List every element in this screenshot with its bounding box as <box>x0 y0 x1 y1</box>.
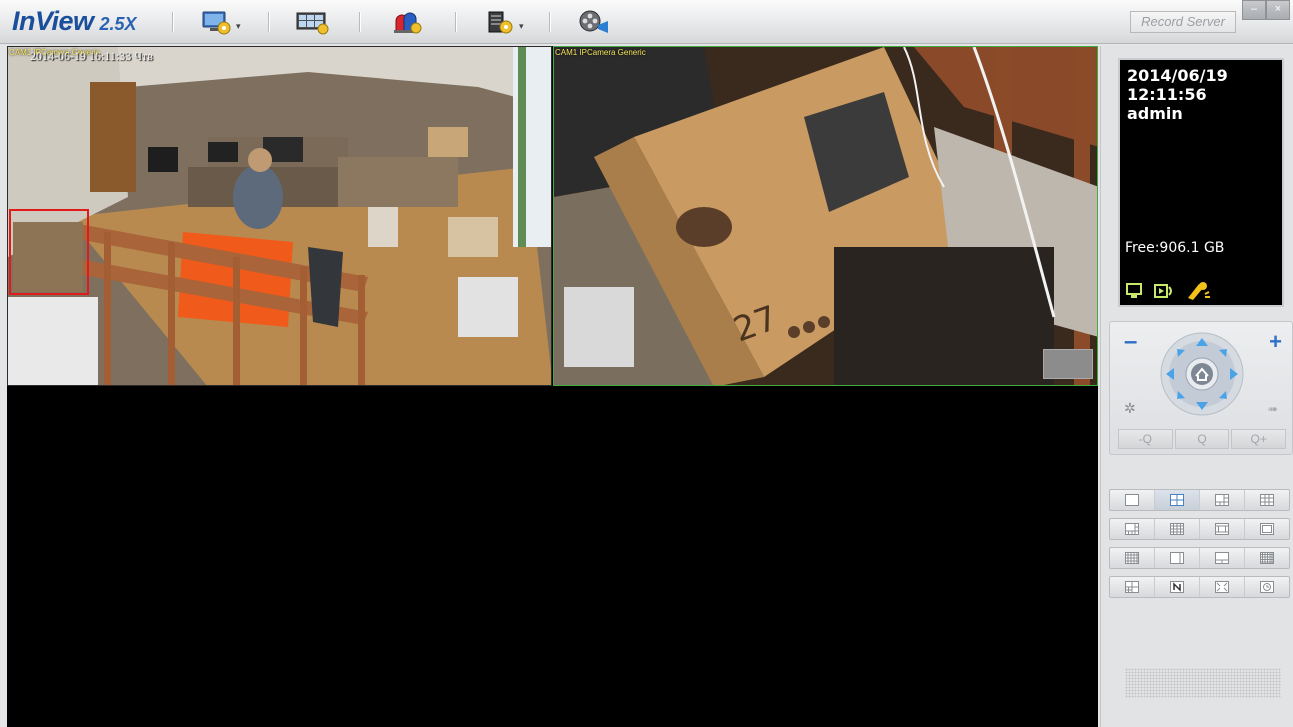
chevron-down-icon: ▾ <box>236 20 241 31</box>
record-server-button[interactable]: Record Server <box>1130 11 1236 33</box>
toolbar-separator <box>455 12 456 32</box>
toolbar-separator <box>172 12 173 32</box>
current-user: admin <box>1127 104 1183 123</box>
status-info-box: 2014/06/19 12:11:56 admin Free:906.1 GB <box>1118 58 1284 307</box>
layout-3x3-icon <box>1260 494 1274 506</box>
layout-1x1-icon <box>1125 494 1139 506</box>
camera-view-2[interactable]: 27 CAM1 IPCamera Generic <box>553 46 1098 386</box>
layout-border-button[interactable] <box>1245 519 1289 539</box>
toolbar-separator <box>268 12 269 32</box>
current-time: 12:11:56 <box>1127 85 1207 104</box>
layout-side-icon <box>1170 552 1184 564</box>
layout-1plus7-button[interactable] <box>1110 519 1155 539</box>
video-wall-icon <box>296 12 329 35</box>
ptz-next-arrow-icon[interactable]: ➠ <box>1268 402 1278 416</box>
ptz-zoom-reset-button[interactable]: Q <box>1174 429 1230 449</box>
layout-3x3-button[interactable] <box>1245 490 1289 510</box>
layout-n-icon <box>1170 581 1184 593</box>
inview-app-window: InView 2.5X ▾ ▾ Record Server – × CAM1 I… <box>0 0 1293 727</box>
camera-view-1[interactable]: CAM1 IPCamera Generic 2014-06-19 16:11:3… <box>7 46 552 386</box>
close-button[interactable]: × <box>1266 0 1290 20</box>
layout-bottom-icon <box>1215 552 1229 564</box>
status-icons <box>1125 280 1211 302</box>
camera-timestamp-overlay: 2014-06-19 16:11:33 Чтв <box>30 49 153 63</box>
layout-4x4-button[interactable] <box>1155 519 1200 539</box>
layout-border-icon <box>1260 523 1274 535</box>
layout-2x2-icon <box>1170 494 1184 506</box>
layout-bottom-button[interactable] <box>1200 548 1245 568</box>
layout-row <box>1109 576 1290 598</box>
free-disk-space: Free:906.1 GB <box>1125 240 1225 256</box>
window-controls: – × <box>1242 0 1290 20</box>
layout-row <box>1109 518 1290 540</box>
layout-5x5-icon <box>1125 552 1139 564</box>
monitor-settings-icon <box>202 11 231 35</box>
toolbar-separator <box>359 12 360 32</box>
fullscreen-button[interactable] <box>1200 577 1245 597</box>
auto-cycle-icon <box>1260 581 1274 593</box>
current-date: 2014/06/19 <box>1127 66 1228 85</box>
layout-custom-icon <box>1125 581 1139 593</box>
ptz-zoom-in-button[interactable]: + <box>1269 331 1282 353</box>
ptz-settings-gear-icon[interactable]: ✲ <box>1124 400 1136 417</box>
layout-1plus5-icon <box>1215 494 1229 506</box>
right-control-panel: 2014/06/19 12:11:56 admin Free:906.1 GB <box>1100 46 1293 727</box>
layout-selector <box>1109 489 1290 605</box>
auto-cycle-button[interactable] <box>1245 577 1289 597</box>
fullscreen-icon <box>1215 581 1229 593</box>
ptz-control-panel: – + ✲ ➠ -Q Q Q+ <box>1109 321 1293 455</box>
alarm-button[interactable] <box>392 7 422 37</box>
ptz-zoom-button-row: -Q Q Q+ <box>1118 429 1287 449</box>
layout-row <box>1109 547 1290 569</box>
layout-1plus5-button[interactable] <box>1200 490 1245 510</box>
motion-detection-box <box>9 209 89 295</box>
layout-1plus7-icon <box>1125 523 1139 535</box>
panel-resize-grip[interactable] <box>1125 668 1281 698</box>
ptz-zoom-plus-button[interactable]: Q+ <box>1231 429 1287 449</box>
layout-side-button[interactable] <box>1155 548 1200 568</box>
ptz-direction-pad[interactable] <box>1160 332 1244 416</box>
layout-n-button[interactable] <box>1155 577 1200 597</box>
top-toolbar: InView 2.5X ▾ ▾ Record Server – × <box>0 0 1293 44</box>
video-display-area[interactable]: CAM1 IPCamera Generic 2014-06-19 16:11:3… <box>7 46 1098 727</box>
layout-5x5-button[interactable] <box>1110 548 1155 568</box>
ptz-zoom-minus-button[interactable]: -Q <box>1118 429 1173 449</box>
layout-row <box>1109 489 1290 511</box>
device-config-button[interactable]: ▾ <box>487 7 524 37</box>
video-wall-button[interactable] <box>296 7 330 37</box>
toolbar-separator <box>549 12 550 32</box>
camera-name-label: CAM1 IPCamera Generic <box>555 48 646 57</box>
layout-6x6-button[interactable] <box>1245 548 1289 568</box>
layout-4x4-icon <box>1170 523 1184 535</box>
app-name: InView <box>12 6 94 36</box>
ptz-zoom-out-button[interactable]: – <box>1124 330 1137 354</box>
monitor-settings-button[interactable]: ▾ <box>202 7 241 37</box>
device-config-icon <box>488 11 513 34</box>
playback-film-icon <box>579 10 608 33</box>
playback-status-icon[interactable] <box>1153 282 1175 300</box>
layout-1x1-button[interactable] <box>1110 490 1155 510</box>
alarm-icon <box>394 12 422 34</box>
layout-center-button[interactable] <box>1200 519 1245 539</box>
camera-feed-image <box>8 47 551 385</box>
playback-button[interactable] <box>578 7 610 37</box>
layout-2x2-button[interactable] <box>1155 490 1200 510</box>
app-version: 2.5X <box>99 14 137 34</box>
camera-feed-image: 27 <box>554 47 1097 385</box>
camera-preview-thumbnail <box>1043 349 1093 379</box>
layout-6x6-icon <box>1260 552 1274 564</box>
layout-center-icon <box>1215 523 1229 535</box>
monitor-status-icon[interactable] <box>1125 282 1143 300</box>
minimize-button[interactable]: – <box>1242 0 1266 20</box>
alarm-status-icon[interactable] <box>1185 280 1211 302</box>
app-logo: InView 2.5X <box>12 6 137 36</box>
chevron-down-icon: ▾ <box>519 20 524 31</box>
layout-custom-button[interactable] <box>1110 577 1155 597</box>
